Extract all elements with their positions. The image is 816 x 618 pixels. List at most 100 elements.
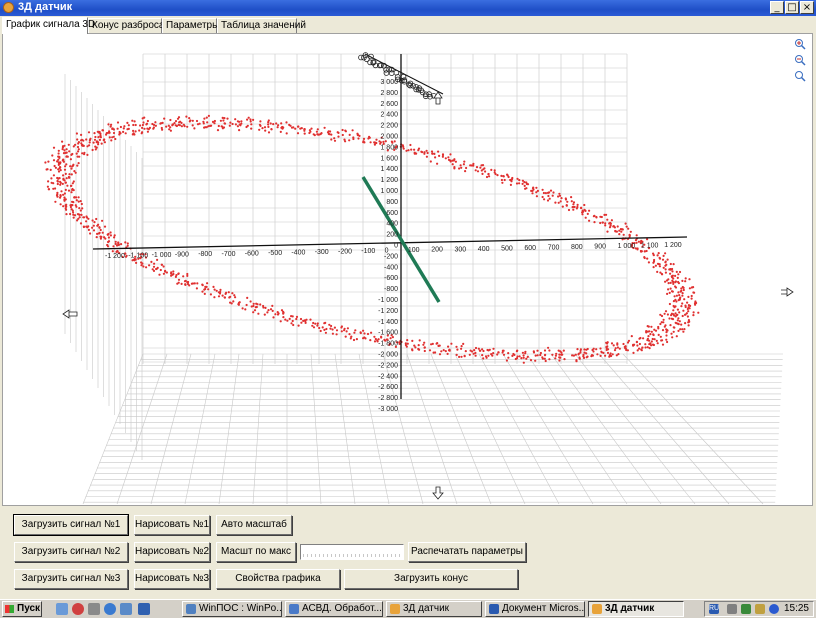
- signal-point: [223, 296, 226, 299]
- zoom-in-icon[interactable]: [794, 38, 806, 50]
- scale-by-max-button[interactable]: Масшт по макс: [216, 542, 296, 562]
- load-signal-2-button[interactable]: Загрузить сигнал №2: [14, 542, 128, 562]
- signal-point: [152, 265, 156, 268]
- signal-point: [57, 162, 61, 165]
- signal-point: [666, 258, 669, 261]
- signal-point: [95, 217, 98, 221]
- print-params-button[interactable]: Распечатать параметры: [408, 542, 526, 562]
- signal-point: [665, 334, 668, 337]
- signal-point: [543, 357, 546, 360]
- quicklaunch-tool-icon[interactable]: [88, 603, 100, 615]
- tab-graph-3d[interactable]: График сигнала 3D: [2, 17, 95, 34]
- signal-point: [118, 133, 121, 136]
- signal-point: [624, 222, 627, 225]
- tab-params[interactable]: Параметры: [162, 18, 219, 33]
- zoom-reset-icon[interactable]: [794, 70, 806, 82]
- load-cone-button[interactable]: Загрузить конус: [344, 569, 518, 589]
- auto-scale-button[interactable]: Авто масштаб: [216, 515, 292, 535]
- signal-point: [225, 291, 228, 294]
- signal-point: [74, 171, 77, 174]
- draw-3-button[interactable]: Нарисовать №3: [134, 569, 210, 589]
- x-axis-arrow-icon: [781, 287, 794, 297]
- signal-point: [523, 184, 526, 187]
- quicklaunch-opera-icon[interactable]: [72, 603, 84, 615]
- bluetooth-icon[interactable]: [769, 604, 779, 614]
- signal-point: [83, 153, 86, 156]
- y-tick-label: -1 400: [378, 319, 398, 326]
- draw-1-button[interactable]: Нарисовать №1: [134, 515, 210, 535]
- load-signal-1-button[interactable]: Загрузить сигнал №1: [13, 514, 129, 536]
- task-word-document[interactable]: Документ Micros...: [485, 601, 585, 617]
- signal-point: [126, 242, 129, 245]
- signal-point: [671, 336, 674, 339]
- signal-point: [652, 261, 655, 264]
- signal-point: [316, 324, 319, 327]
- signal-point: [576, 203, 579, 206]
- quicklaunch-ie-icon[interactable]: [104, 603, 116, 615]
- signal-point: [656, 262, 660, 265]
- maximize-button[interactable]: □: [785, 1, 799, 14]
- signal-point: [205, 285, 208, 288]
- signal-point: [373, 143, 376, 146]
- signal-point: [644, 346, 647, 349]
- signal-point: [674, 305, 677, 308]
- task-asvd[interactable]: АСВД. Обработ...: [285, 601, 383, 617]
- signal-point: [686, 301, 689, 304]
- signal-point: [312, 321, 315, 325]
- minimize-button[interactable]: _: [770, 1, 784, 14]
- signal-point: [612, 225, 615, 228]
- network-icon[interactable]: [741, 604, 751, 614]
- draw-2-button[interactable]: Нарисовать №2: [134, 542, 210, 562]
- task-winpos[interactable]: WinПОС : WinPo...: [182, 601, 282, 617]
- signal-point: [202, 120, 205, 123]
- load-signal-3-button[interactable]: Загрузить сигнал №3: [14, 569, 128, 589]
- plot-3d-area[interactable]: -1 200 -1 100 -1 000 -900 -800 -700 -600 -500 -4…: [2, 33, 813, 506]
- signal-point: [423, 341, 426, 344]
- signal-point: [651, 337, 654, 341]
- quicklaunch-desktop-icon[interactable]: [56, 603, 68, 615]
- tab-cone[interactable]: Конус разброса: [88, 18, 164, 33]
- signal-point: [660, 314, 664, 318]
- signal-point: [613, 349, 617, 352]
- signal-point: [195, 119, 199, 123]
- signal-point: [229, 121, 232, 124]
- plot-3d-canvas[interactable]: -1 200 -1 100 -1 000 -900 -800 -700 -600 -500 -4…: [3, 34, 812, 505]
- signal-point: [681, 279, 684, 282]
- quicklaunch-explorer-icon[interactable]: [120, 603, 132, 615]
- quicklaunch-app-icon[interactable]: [138, 603, 150, 615]
- signal-point: [127, 124, 130, 127]
- start-button[interactable]: Пуск: [2, 601, 42, 617]
- signal-point: [219, 288, 222, 291]
- chart-properties-button[interactable]: Свойства графика: [216, 569, 340, 589]
- signal-point: [507, 175, 510, 179]
- signal-point: [285, 121, 288, 124]
- signal-point: [485, 175, 489, 179]
- signal-point: [142, 121, 145, 124]
- signal-point: [572, 203, 575, 206]
- signal-point: [432, 351, 435, 354]
- signal-point: [423, 346, 426, 349]
- chevron-icon[interactable]: [727, 604, 737, 614]
- signal-point: [246, 296, 249, 299]
- signal-point: [349, 337, 352, 340]
- windows-flag-icon: [5, 605, 14, 613]
- signal-point: [610, 219, 614, 222]
- signal-point: [175, 274, 178, 277]
- signal-point: [612, 344, 615, 347]
- task-3d-sensor[interactable]: 3Д датчик: [386, 601, 482, 617]
- signal-point: [592, 350, 595, 353]
- signal-point: [479, 166, 482, 169]
- language-indicator[interactable]: RU: [709, 604, 719, 614]
- signal-point: [448, 349, 451, 352]
- signal-point: [621, 228, 624, 231]
- signal-point: [557, 201, 560, 204]
- close-button[interactable]: ×: [800, 1, 814, 14]
- tab-values-table[interactable]: Таблица значений: [217, 18, 306, 33]
- signal-point: [516, 177, 519, 180]
- signal-point: [241, 307, 244, 310]
- zoom-out-icon[interactable]: [794, 54, 806, 66]
- task-3d-sensor-active[interactable]: 3Д датчик: [588, 601, 684, 617]
- volume-icon[interactable]: [755, 604, 765, 614]
- signal-point: [148, 264, 151, 267]
- signal-point: [71, 209, 74, 212]
